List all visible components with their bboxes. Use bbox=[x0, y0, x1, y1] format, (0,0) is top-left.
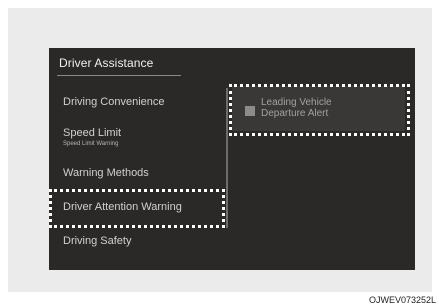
menu-item-speed-limit[interactable]: Speed Limit Speed Limit Warning bbox=[63, 127, 121, 148]
menu-item-label: Speed Limit bbox=[63, 127, 122, 139]
highlight-leading-vehicle-departure-alert bbox=[229, 84, 410, 136]
title-underline bbox=[57, 75, 181, 76]
infotainment-screen: Driver Assistance Driving Convenience Sp… bbox=[49, 48, 415, 270]
menu-item-warning-methods[interactable]: Warning Methods bbox=[63, 167, 149, 180]
menu-item-driving-safety[interactable]: Driving Safety bbox=[63, 235, 131, 248]
menu-item-sublabel: Speed Limit Warning bbox=[63, 141, 119, 147]
menu-scrollbar[interactable] bbox=[226, 88, 228, 228]
figure-caption: OJWEV073252L bbox=[368, 295, 436, 305]
menu-item-driving-convenience[interactable]: Driving Convenience bbox=[63, 96, 165, 109]
screen-title: Driver Assistance bbox=[59, 56, 154, 70]
highlight-driver-attention-warning bbox=[49, 189, 225, 228]
